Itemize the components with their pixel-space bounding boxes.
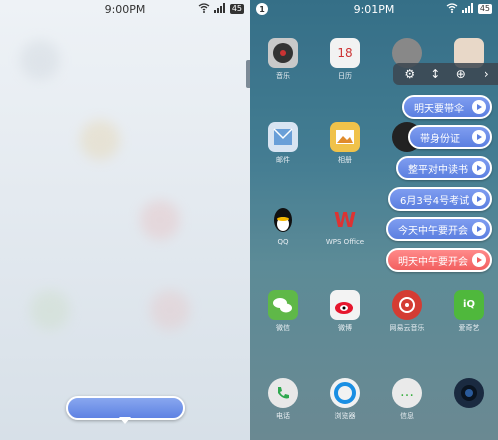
blurred-blob [30,290,70,330]
blurred-blob [140,200,180,240]
play-icon[interactable] [472,130,486,144]
app-label: QQ [277,238,289,246]
wechat-icon [268,290,298,320]
reminder-chip[interactable]: 6月3号4号考试 [388,187,492,211]
play-icon[interactable] [472,161,486,175]
gallery-app[interactable]: 相册 [322,122,368,165]
app-label: 日历 [338,72,352,80]
play-icon[interactable] [472,192,486,206]
reminder-text: 今天中午要开会 [398,225,468,237]
app-label: 相册 [338,156,352,164]
floating-toolbar: ⚙ ↕ ⊕ › [393,63,498,85]
play-icon[interactable] [472,253,486,267]
netease-music-icon [392,290,422,320]
reminder-chip[interactable]: 整平对中读书 [396,156,492,180]
phone-icon [268,378,298,408]
reminder-chip[interactable]: 明天要带伞 [402,95,492,119]
status-bar: 9:00PM 45 [0,0,250,18]
wps-app[interactable]: W WPS Office [322,205,368,246]
reminder-chip[interactable]: 明天中午要开会 [386,248,492,272]
app-label: 邮件 [276,156,290,164]
music-icon [268,38,298,68]
app-label: 浏览器 [334,412,356,420]
calendar-icon: 18 [330,38,360,68]
app-label: 信息 [400,412,414,420]
clock: 9:01PM [353,2,395,16]
play-icon[interactable] [472,222,486,236]
play-icon[interactable] [472,100,486,114]
gear-icon[interactable]: ⚙ [401,67,419,81]
calendar-app[interactable]: 18 日历 [322,38,368,81]
app-label: 网易云音乐 [389,324,425,332]
reminder-text: 明天要带伞 [414,103,464,115]
right-screen: 1 9:01PM 45 音乐 18 日历 邮件 相册 QQ W WPS Offi… [250,0,498,440]
app-label: 电话 [276,412,290,420]
reminder-text: 带身份证 [420,133,460,145]
add-icon[interactable]: ⊕ [452,67,470,81]
clock: 9:00PM [104,2,146,16]
browser-icon [330,378,360,408]
wechat-app[interactable]: 微信 [260,290,306,333]
reminder-text: 整平对中读书 [408,164,468,176]
mail-app[interactable]: 邮件 [260,122,306,165]
app-label: 微信 [276,324,290,332]
iqiyi-app[interactable]: iQ 爱奇艺 [446,290,492,333]
reminder-text: 6月3号4号考试 [400,195,470,207]
camera-app[interactable] [446,378,492,408]
qq-icon [268,205,298,235]
app-label: WPS Office [325,238,365,246]
blurred-blob [20,40,60,80]
status-bar: 1 9:01PM 45 [250,0,498,18]
iqiyi-icon: iQ [454,290,484,320]
app-label: 音乐 [276,72,290,80]
wps-icon: W [333,208,357,232]
left-screen: 9:00PM 45 [0,0,250,440]
reminder-chip[interactable]: 带身份证 [408,125,492,149]
app-label: 爱奇艺 [458,324,480,332]
phone-app[interactable]: 电话 [260,378,306,421]
resize-icon[interactable]: ↕ [426,67,444,81]
blurred-blob [80,120,120,160]
weibo-icon [330,290,360,320]
app-label: 微博 [338,324,352,332]
reminder-text: 明天中午要开会 [398,256,468,268]
reminder-chip[interactable]: 今天中午要开会 [386,217,492,241]
browser-app[interactable]: 浏览器 [322,378,368,421]
gallery-icon [330,122,360,152]
weibo-app[interactable]: 微博 [322,290,368,333]
bubble-tail [119,417,131,424]
camera-icon [454,378,484,408]
chevron-right-icon[interactable]: › [477,67,495,81]
messages-icon: … [392,378,422,408]
netease-music-app[interactable]: 网易云音乐 [384,290,430,333]
mail-icon [268,122,298,152]
music-app[interactable]: 音乐 [260,38,306,81]
messages-app[interactable]: … 信息 [384,378,430,421]
blurred-blob [150,290,190,330]
qq-app[interactable]: QQ [260,205,306,246]
